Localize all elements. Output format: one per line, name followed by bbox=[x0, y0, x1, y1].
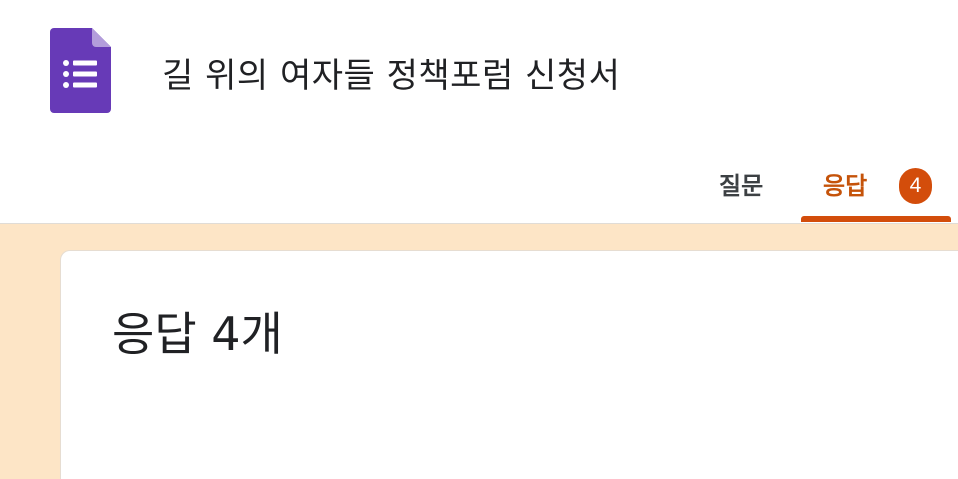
tab-questions[interactable]: 질문 bbox=[719, 166, 763, 201]
responses-count-heading: 응답 4개 bbox=[112, 307, 283, 361]
google-forms-icon bbox=[50, 28, 111, 113]
active-tab-indicator bbox=[801, 216, 951, 222]
form-title: 길 위의 여자들 정책포럼 신청서 bbox=[162, 56, 621, 96]
responses-count-badge: 4 bbox=[899, 168, 932, 204]
responses-summary-card bbox=[60, 250, 958, 479]
top-header: 길 위의 여자들 정책포럼 신청서 질문 응답 4 bbox=[0, 0, 958, 224]
tab-responses[interactable]: 응답 bbox=[823, 166, 867, 201]
